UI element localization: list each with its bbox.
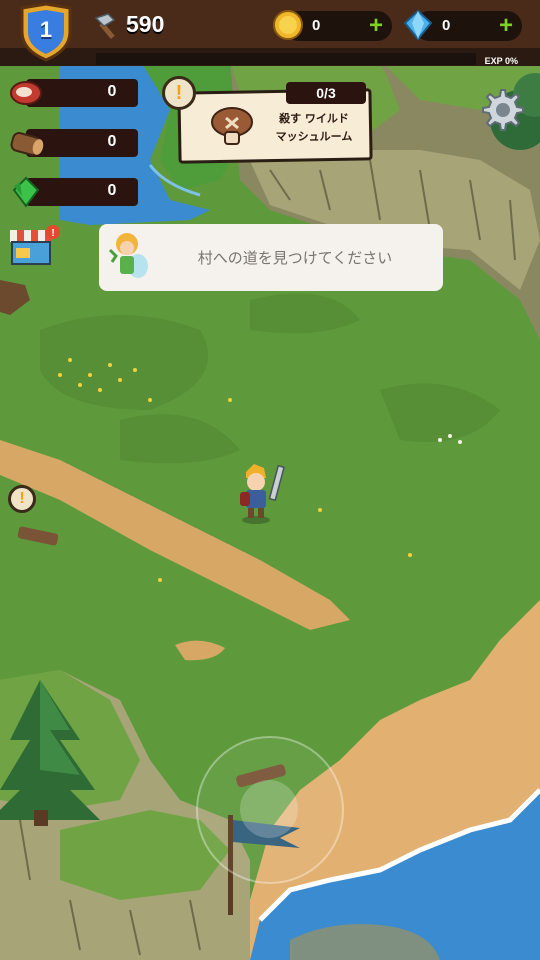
gem-value: 0 bbox=[442, 17, 451, 34]
quest-alert-icon[interactable]: ! bbox=[162, 76, 196, 110]
quest-alert-mark: ! bbox=[175, 82, 183, 104]
resource-crystal[interactable]: 0 bbox=[8, 176, 138, 208]
add-gems-button[interactable]: + bbox=[499, 14, 513, 38]
wood-value: 0 bbox=[107, 133, 117, 150]
joystick-knob[interactable] bbox=[240, 780, 298, 838]
exp-bar bbox=[96, 53, 476, 65]
gear-icon[interactable] bbox=[478, 86, 524, 132]
hammer-count: 590 bbox=[126, 11, 165, 37]
quest-progress: 0/3 bbox=[286, 82, 366, 104]
resource-wood[interactable]: 0 bbox=[8, 127, 138, 159]
shop-stall-icon[interactable]: ! bbox=[6, 224, 62, 274]
side-quest-alert-icon[interactable]: ! bbox=[8, 485, 36, 513]
mushroom-icon bbox=[210, 106, 254, 146]
hint-text: 村への道を見つけてください bbox=[197, 249, 393, 267]
level-badge[interactable]: 1 bbox=[18, 2, 74, 62]
wood-log-icon bbox=[8, 127, 44, 159]
add-gold-button[interactable]: + bbox=[369, 14, 383, 38]
side-alert-mark: ! bbox=[19, 490, 25, 507]
gold-value: 0 bbox=[312, 17, 321, 34]
quest-description: 殺す ワイルド マッシュルーム bbox=[262, 110, 366, 146]
resource-meat[interactable]: 0 bbox=[8, 77, 138, 109]
fairy-guide-avatar bbox=[102, 226, 152, 286]
meat-icon bbox=[8, 77, 44, 109]
exp-label: EXP 0% bbox=[484, 56, 518, 66]
green-crystal-icon bbox=[8, 176, 44, 208]
crystal-value: 0 bbox=[107, 182, 117, 199]
hero-character bbox=[232, 462, 288, 526]
svg-text:!: ! bbox=[51, 228, 54, 239]
meat-value: 0 bbox=[107, 83, 117, 100]
quest-line-2: マッシュルーム bbox=[275, 130, 353, 143]
quest-line-1: 殺す ワイルド bbox=[279, 112, 349, 125]
hammer-icon bbox=[92, 12, 120, 40]
gold-coin-icon bbox=[272, 9, 304, 41]
blue-gem-icon bbox=[402, 9, 434, 41]
level-number: 1 bbox=[39, 17, 53, 42]
